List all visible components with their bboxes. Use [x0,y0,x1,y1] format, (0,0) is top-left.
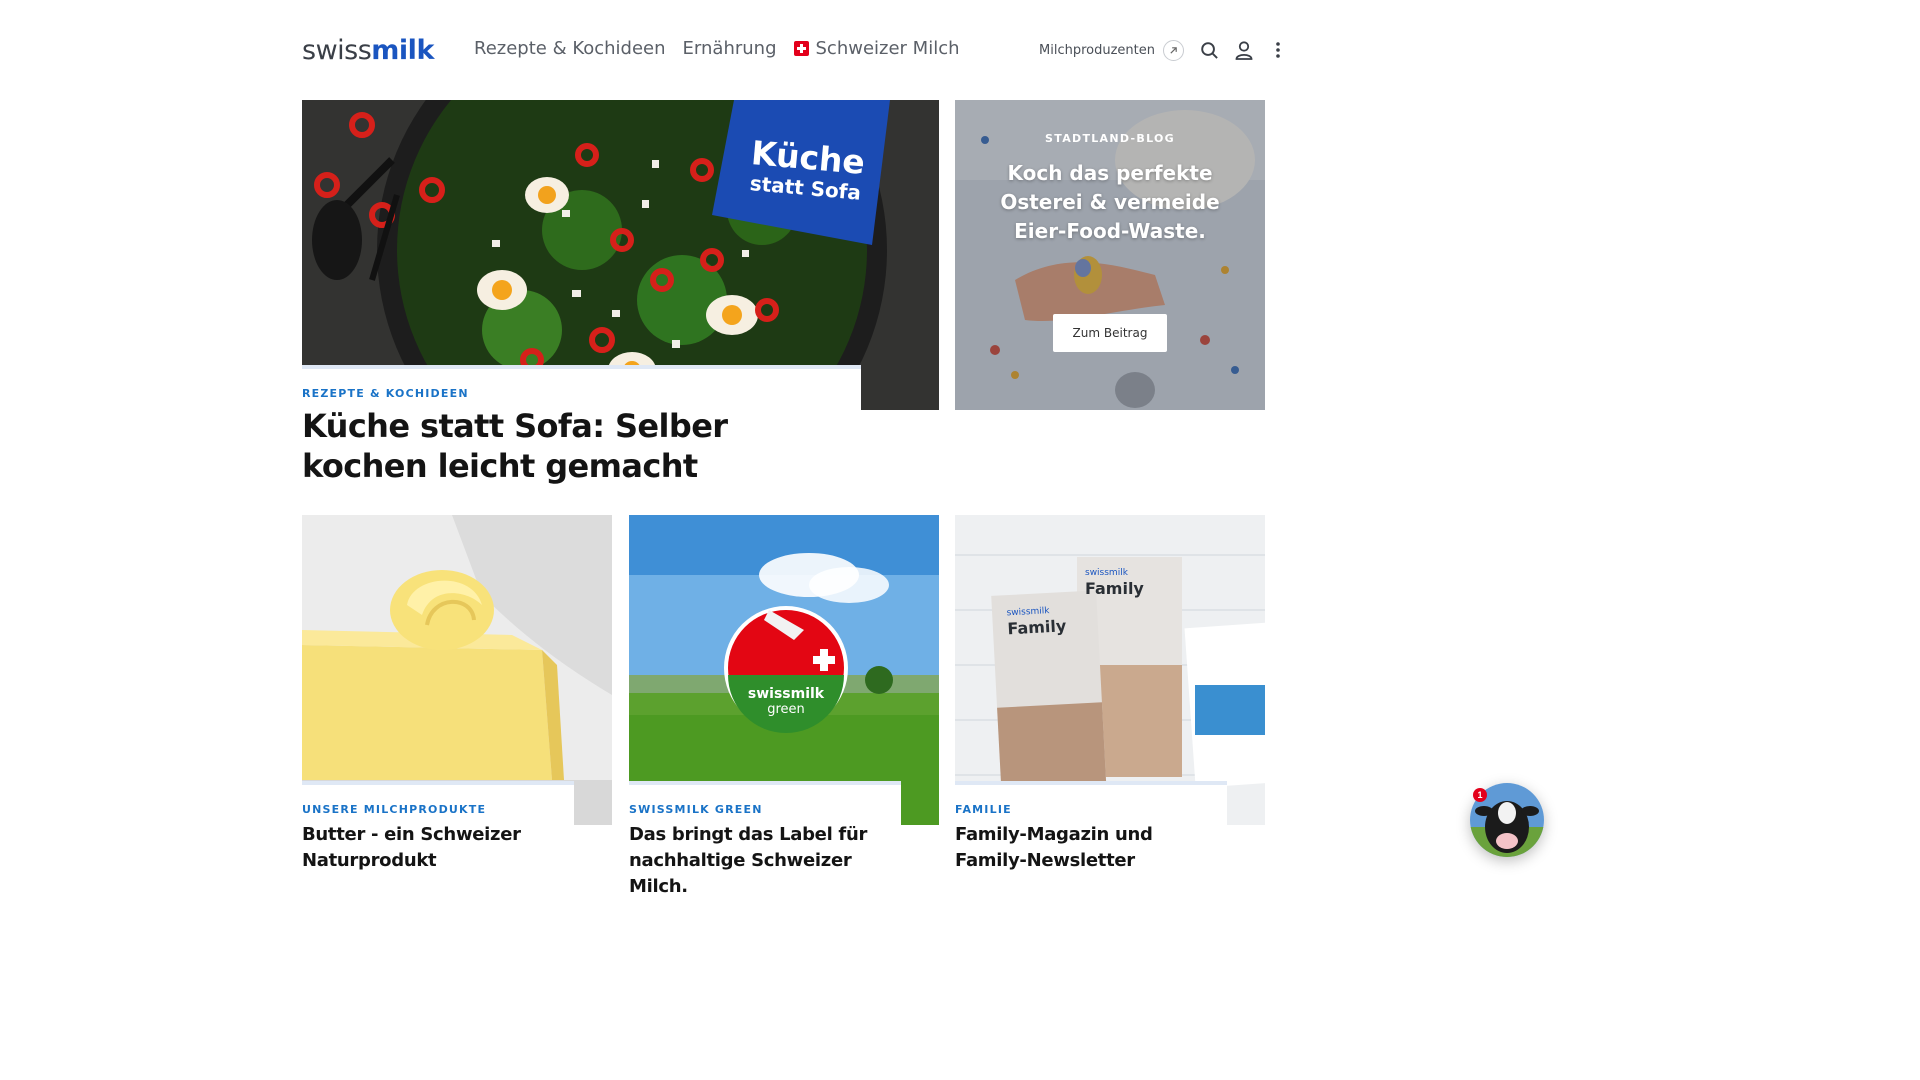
swissmilk-logo[interactable]: swissmilk [302,35,434,66]
card-kicker: FAMILIE [955,803,1012,816]
blog-title: Koch das perfekte Osterei & vermeide Eie… [1000,161,1220,243]
user-icon[interactable] [1232,38,1256,62]
search-icon[interactable] [1198,38,1222,62]
logo-part-swiss: swiss [302,35,372,66]
card-butter[interactable]: UNSERE MILCHPRODUKTE Butter - ein Schwei… [302,781,574,882]
magazine-cover-back: swissmilk Family [1085,565,1175,597]
hero-title: Küche statt Sofa: Selber kochen leicht g… [302,407,728,485]
hero-kicker: REZEPTE & KOCHIDEEN [302,387,469,400]
chat-notification-badge: 1 [1473,788,1487,802]
nav-item-rezepte[interactable]: Rezepte & Kochideen [474,38,666,59]
nav-item-schweizer-milch[interactable]: Schweizer Milch [793,38,960,59]
blog-kicker: STADTLAND-BLOG [1045,132,1175,145]
milchproduzenten-label: Milchproduzenten [1039,42,1155,58]
logo-part-milk: milk [371,35,434,66]
card-title: Das bringt das Label für nachhaltige Sch… [629,824,868,897]
swiss-flag-icon [793,41,809,56]
card-title: Butter - ein Schweizer Naturprodukt [302,824,521,871]
card-kicker: SWISSMILK GREEN [629,803,763,816]
card-family[interactable]: FAMILIE Family-Magazin und Family-Newsle… [955,781,1227,882]
card-image-butter[interactable] [302,515,612,825]
main-nav: Rezepte & Kochideen Ernährung Schweizer … [474,38,960,59]
green-logo-line-1: swissmilk [747,686,825,702]
arrow-up-right-icon [1162,39,1184,61]
card-title: Family-Magazin und Family-Newsletter [955,824,1153,871]
nav-item-label: Ernährung [682,38,777,59]
nav-item-ernaehrung[interactable]: Ernährung [683,38,777,59]
stadtland-blog-teaser[interactable]: STADTLAND-BLOG Koch das perfekte Osterei… [955,100,1265,410]
magazine-title: Family [1085,579,1144,598]
nav-item-label: Schweizer Milch [815,38,960,59]
card-kicker: UNSERE MILCHPRODUKTE [302,803,487,816]
card-image-family-magazine[interactable]: swissmilk Family swissmilk Family [955,515,1265,825]
milchproduzenten-link[interactable]: Milchproduzenten [1039,39,1184,61]
blog-text: STADTLAND-BLOG Koch das perfekte Osterei… [955,132,1265,246]
card-swissmilk-green[interactable]: SWISSMILK GREEN Das bringt das Label für… [629,781,901,897]
nav-item-label: Rezepte & Kochideen [474,38,666,59]
header-utilities: Milchproduzenten [1039,38,1290,62]
magazine-cover-front: swissmilk Family [1006,601,1098,638]
zum-beitrag-button[interactable]: Zum Beitrag [1053,314,1167,352]
hero-teaser[interactable]: REZEPTE & KOCHIDEEN Küche statt Sofa: Se… [302,365,861,485]
more-vertical-icon[interactable] [1266,38,1290,62]
swissmilk-green-logo-text: swissmilk green [736,686,836,718]
kueche-statt-sofa-badge: Küche statt Sofa [740,133,875,205]
hero-image-shakshuka[interactable]: Küche statt Sofa [302,100,939,410]
green-logo-line-2: green [767,702,805,717]
card-image-swissmilk-green[interactable]: swissmilk green [629,515,939,825]
